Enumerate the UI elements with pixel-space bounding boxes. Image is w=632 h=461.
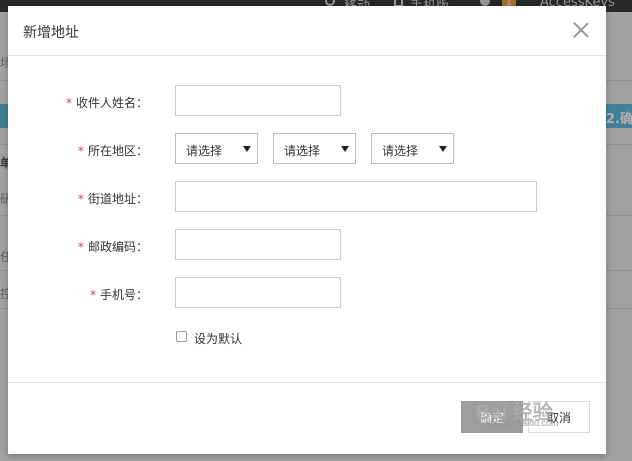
province-select-value: 请选择: [186, 144, 223, 158]
phone-label-text: 手机号：: [99, 288, 148, 302]
recipient-name-label-text: 收件人姓名：: [75, 96, 148, 110]
street-address-input[interactable]: [175, 181, 537, 212]
dialog-footer-divider: [8, 382, 606, 383]
required-mark: *: [77, 240, 84, 254]
required-mark: *: [77, 192, 84, 206]
postal-code-input[interactable]: [175, 229, 341, 260]
required-mark: *: [65, 96, 72, 110]
dropdown-arrow-icon: [439, 146, 447, 152]
city-select-value: 请选择: [284, 144, 321, 158]
postal-code-label: * 邮政编码：: [8, 238, 148, 255]
region-label: * 所在地区：: [8, 142, 148, 159]
district-select-value: 请选择: [382, 144, 419, 158]
postal-code-label-text: 邮政编码：: [87, 240, 148, 254]
dropdown-arrow-icon: [341, 146, 349, 152]
phone-input[interactable]: [175, 277, 341, 308]
set-default-checkbox[interactable]: [176, 331, 187, 342]
dropdown-arrow-icon: [243, 146, 251, 152]
district-select[interactable]: 请选择: [371, 133, 454, 164]
required-mark: *: [77, 144, 84, 158]
province-select[interactable]: 请选择: [175, 133, 258, 164]
dialog-title: 新增地址: [23, 25, 79, 41]
recipient-name-label: * 收件人姓名：: [8, 94, 148, 111]
baidu-watermark-url: jingyan.baidu.com: [486, 418, 559, 428]
dialog-header: 新增地址: [8, 6, 606, 56]
street-address-label-text: 街道地址：: [87, 192, 148, 206]
set-default-label[interactable]: 设为默认: [194, 330, 242, 347]
phone-label: * 手机号：: [8, 286, 148, 303]
close-icon[interactable]: [571, 20, 591, 40]
street-address-label: * 街道地址：: [8, 190, 148, 207]
required-mark: *: [89, 288, 96, 302]
region-label-text: 所在地区：: [87, 144, 148, 158]
recipient-name-input[interactable]: [175, 85, 341, 116]
add-address-dialog: 新增地址 * 收件人姓名： * 所在地区： 请选择 请选择 请选择 * 街道地址： *…: [8, 6, 606, 454]
city-select[interactable]: 请选择: [273, 133, 356, 164]
